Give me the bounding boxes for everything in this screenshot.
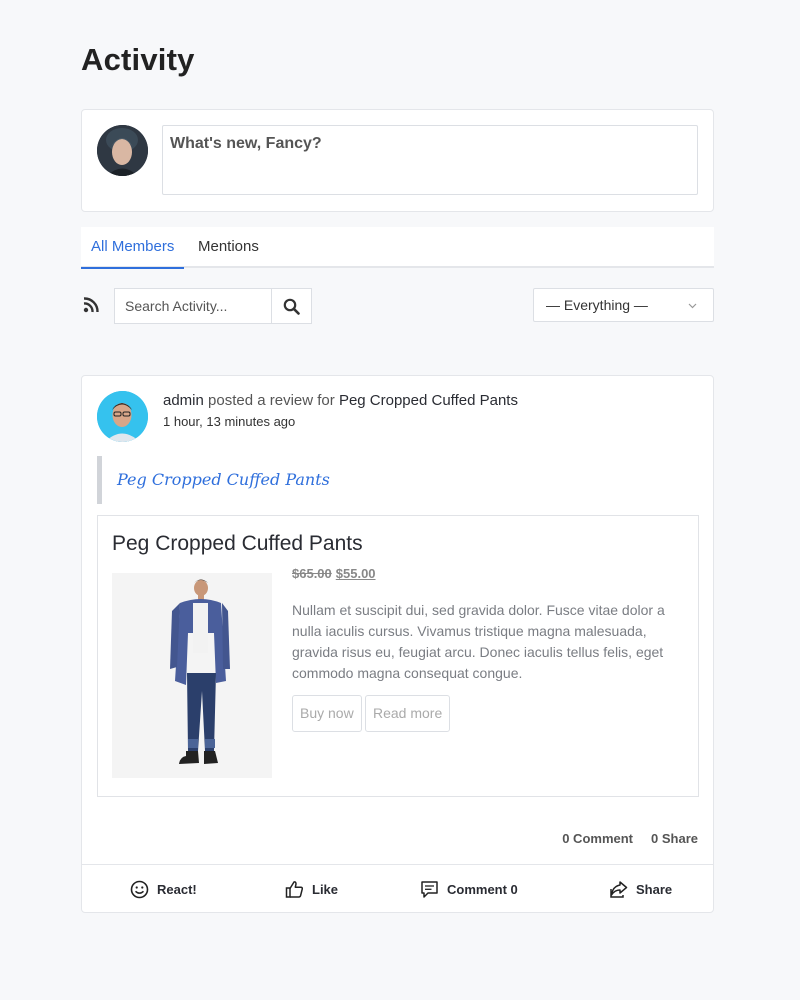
product-description: Nullam et suscipit dui, sed gravida dolo… (292, 602, 665, 681)
share-count[interactable]: 0 Share (651, 831, 698, 846)
search-activity (114, 288, 312, 324)
buy-now-button[interactable]: Buy now (292, 695, 362, 732)
like-label: Like (312, 881, 339, 897)
comment-icon (421, 880, 438, 898)
product-price: $65.00 $55.00 (292, 566, 376, 581)
post-box: What's new, Fancy? (81, 109, 714, 212)
activity-product-link[interactable]: Peg Cropped Cuffed Pants (339, 392, 518, 409)
product-image[interactable] (112, 573, 272, 778)
search-icon (283, 298, 300, 315)
activity-header: admin posted a review for Peg Cropped Cu… (163, 392, 518, 409)
comment-button[interactable]: Comment 0 (420, 865, 518, 913)
activity-item: admin posted a review for Peg Cropped Cu… (81, 375, 714, 913)
comment-label: Comment 0 (447, 881, 518, 897)
product-title[interactable]: Peg Cropped Cuffed Pants (112, 532, 363, 556)
comment-count[interactable]: 0 Comment (562, 831, 633, 846)
activity-counts: 0 Comment 0 Share (544, 831, 698, 846)
activity-action-text: posted a review for (203, 392, 339, 409)
search-button[interactable] (271, 289, 311, 323)
read-more-button[interactable]: Read more (365, 695, 451, 732)
activity-tabs: All Members Mentions (81, 227, 714, 269)
smiley-icon (130, 880, 149, 898)
sale-price: $55.00 (335, 566, 376, 581)
activity-user-link[interactable]: admin (163, 392, 204, 409)
filter-selected-value: — Everything — (546, 297, 648, 313)
activity-timestamp[interactable]: 1 hour, 13 minutes ago (163, 414, 295, 429)
current-user-avatar[interactable] (97, 125, 148, 176)
search-input[interactable] (115, 289, 271, 323)
old-price: $65.00 (292, 566, 332, 581)
product-card: Peg Cropped Cuffed Pants $65.00$55.00 N (97, 515, 699, 797)
share-icon (610, 880, 628, 898)
tab-mentions[interactable]: Mentions (188, 227, 269, 268)
react-button[interactable]: React! (130, 865, 197, 913)
activity-actions: React! Like Comment 0 Share (82, 864, 713, 912)
activity-filter-select[interactable]: — Everything — (533, 288, 714, 322)
admin-avatar[interactable] (97, 391, 148, 442)
share-label: Share (636, 881, 673, 897)
tab-all-members[interactable]: All Members (81, 227, 185, 269)
thumbs-up-icon (285, 880, 304, 898)
chevron-down-icon (688, 303, 697, 309)
react-label: React! (157, 881, 197, 897)
whats-new-input[interactable]: What's new, Fancy? (162, 125, 698, 195)
review-quote: Peg Cropped Cuffed Pants (97, 456, 697, 504)
page-title: Activity (81, 42, 195, 77)
rss-icon[interactable] (80, 294, 102, 316)
like-button[interactable]: Like (285, 865, 338, 913)
share-button[interactable]: Share (609, 865, 672, 913)
